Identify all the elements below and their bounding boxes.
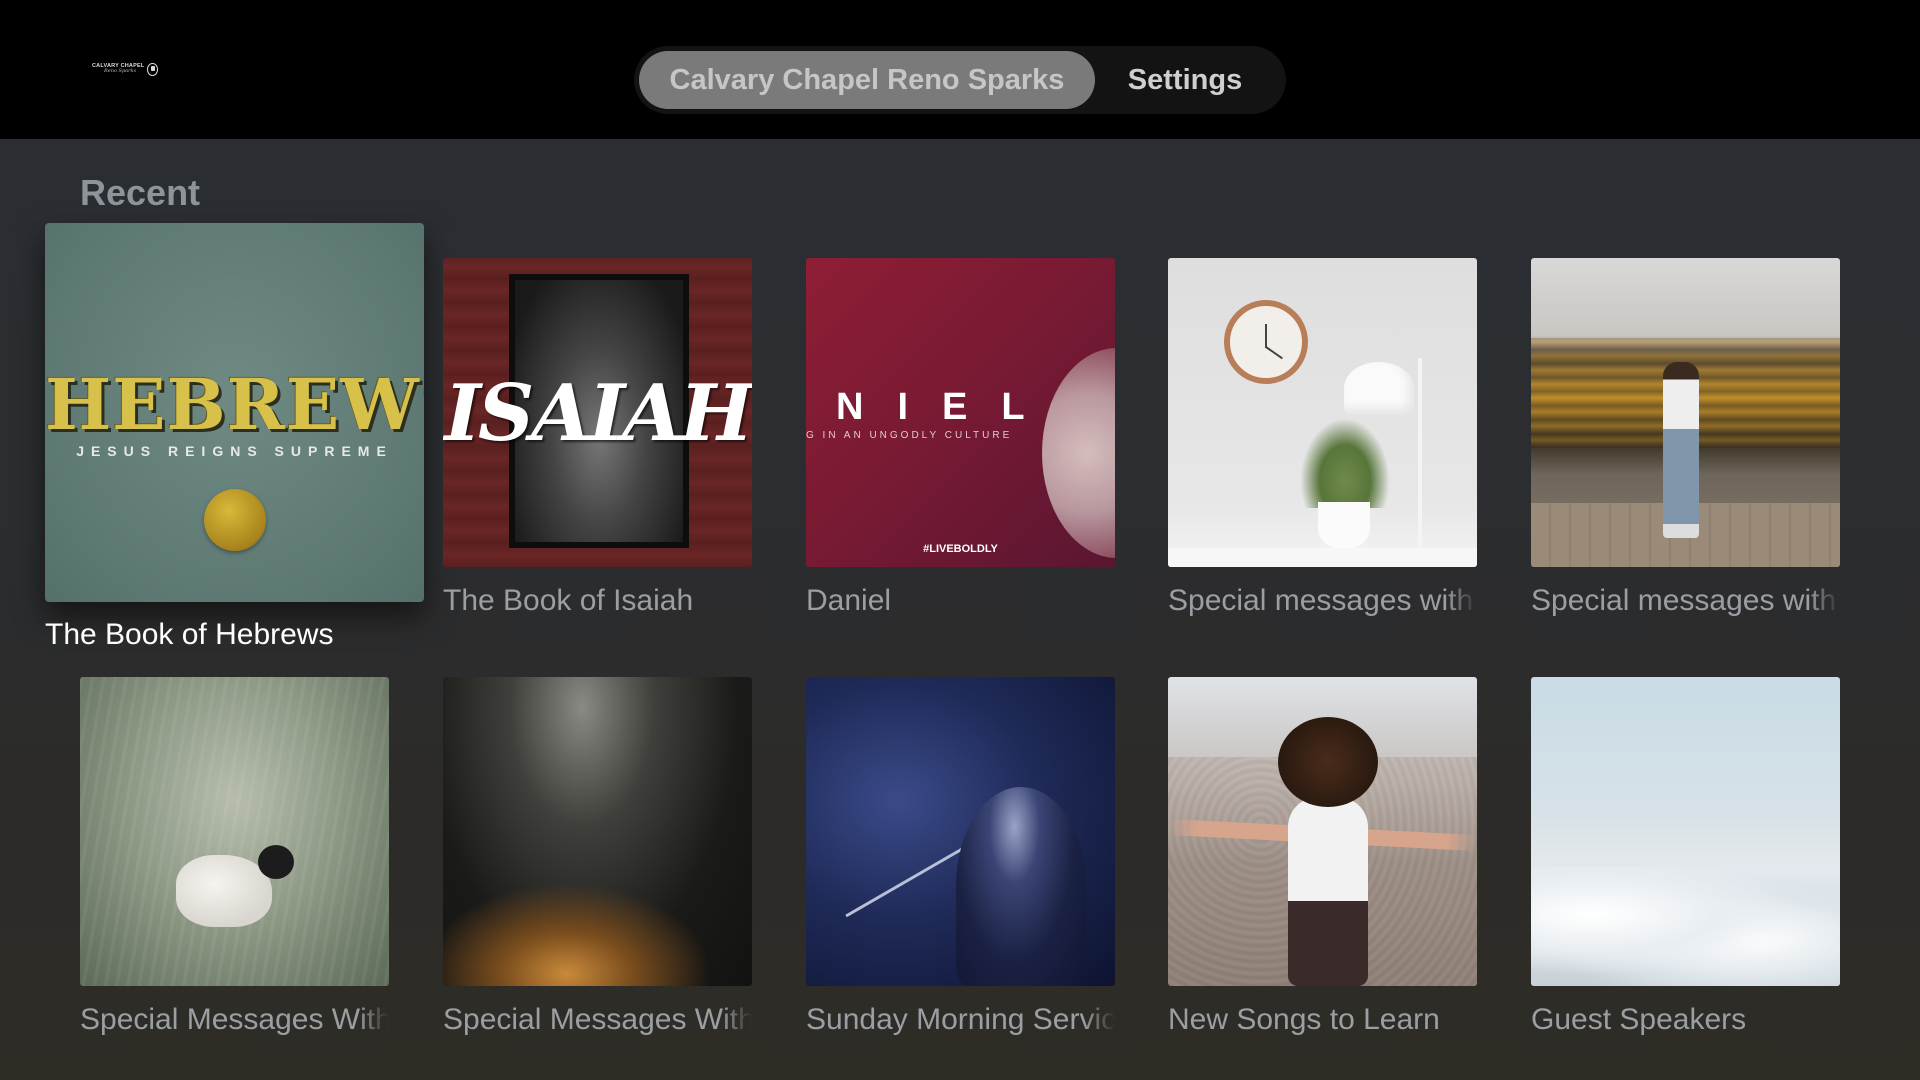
tile-label: Guest Speakers xyxy=(1531,1003,1747,1036)
tile-label: The Book of Isaiah xyxy=(443,584,694,617)
logo-line-2: Reno Sparks xyxy=(104,68,137,75)
tile-label: Sunday Morning Servic xyxy=(806,1003,1115,1036)
tile-label: New Songs to Learn xyxy=(1168,1003,1440,1036)
daniel-art-subtitle: G IN AN UNGODLY CULTURE xyxy=(806,430,1013,441)
tile-special-messages-hands[interactable] xyxy=(443,677,752,986)
singer-art xyxy=(956,787,1086,986)
tile-label: Special Messages With xyxy=(443,1003,752,1036)
hebrews-art-subtitle: JESUS REIGNS SUPREME xyxy=(76,443,393,459)
clock-art xyxy=(1224,300,1308,384)
person-art xyxy=(1663,362,1699,538)
tile-label: Special messages with xyxy=(1531,584,1837,617)
tile-special-messages-lamb[interactable] xyxy=(80,677,389,986)
tile-special-messages-train[interactable] xyxy=(1531,258,1840,567)
tile-book-of-isaiah[interactable]: ISAIAH xyxy=(443,258,752,567)
tab-bar: Calvary Chapel Reno Sparks Settings xyxy=(634,46,1286,114)
tile-sunday-morning-service[interactable] xyxy=(806,677,1115,986)
tile-new-songs-to-learn[interactable] xyxy=(1168,677,1477,986)
tab-settings[interactable]: Settings xyxy=(1097,51,1273,109)
lion-art xyxy=(1042,348,1115,558)
tile-guest-speakers[interactable] xyxy=(1531,677,1840,986)
chapel-seal-icon xyxy=(147,62,158,76)
tile-label: Daniel xyxy=(806,584,892,617)
tile-label: The Book of Hebrews xyxy=(45,618,334,651)
top-bar: CALVARY CHAPEL Reno Sparks Calvary Chape… xyxy=(0,0,1920,139)
tile-label: Special Messages With xyxy=(80,1003,389,1036)
tile-daniel[interactable]: NIEL G IN AN UNGODLY CULTURE #LIVEBOLDLY xyxy=(806,258,1115,567)
tile-label: Special messages with xyxy=(1168,584,1474,617)
gold-coin-icon xyxy=(204,489,266,551)
tab-calvary-chapel-reno-sparks[interactable]: Calvary Chapel Reno Sparks xyxy=(639,51,1095,109)
daniel-art-title: NIEL xyxy=(836,386,1059,428)
tile-book-of-hebrews[interactable]: HEBREWS JESUS REIGNS SUPREME xyxy=(45,223,424,602)
section-title-recent: Recent xyxy=(80,172,201,213)
lamp-art xyxy=(1344,362,1414,414)
plant-art xyxy=(1300,418,1390,508)
isaiah-art-title: ISAIAH xyxy=(444,368,752,459)
tile-special-messages-clock[interactable] xyxy=(1168,258,1477,567)
hebrews-art-title: HEBREWS xyxy=(45,363,424,446)
daniel-art-tag: #LIVEBOLDLY xyxy=(923,543,998,555)
calvary-chapel-logo: CALVARY CHAPEL Reno Sparks xyxy=(92,60,158,78)
woman-art xyxy=(1288,797,1368,986)
clouds-art xyxy=(1531,867,1840,986)
raised-hands-art xyxy=(443,857,752,986)
